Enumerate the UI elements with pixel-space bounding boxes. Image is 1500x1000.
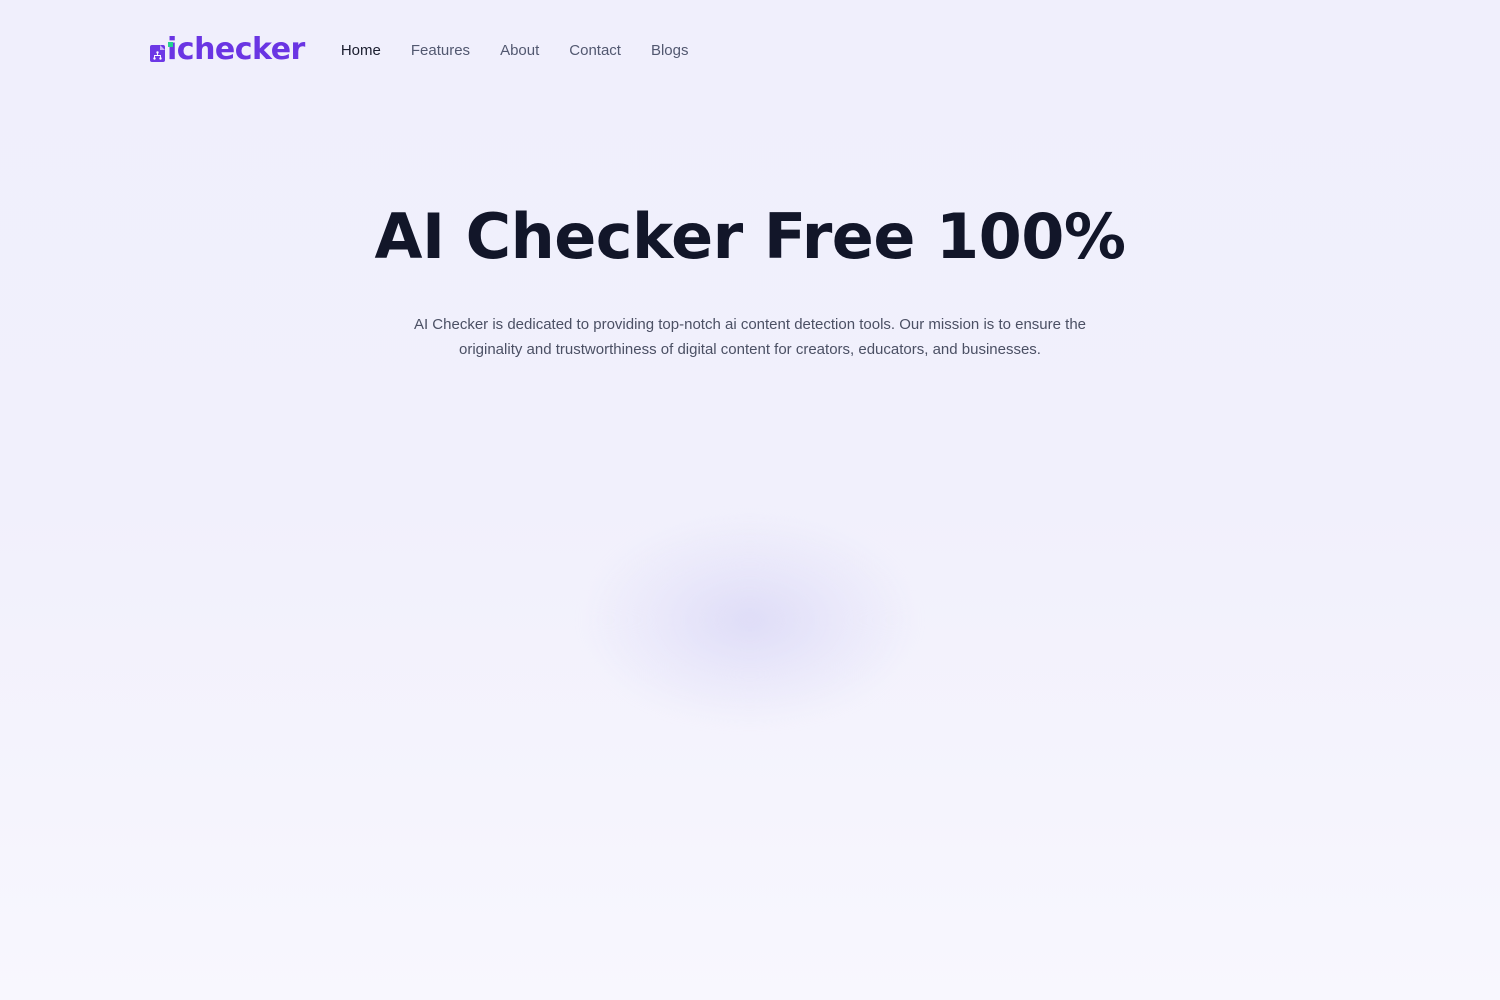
nav-contact[interactable]: Contact — [569, 42, 621, 59]
logo-accent-dot — [168, 42, 173, 47]
logo-text: ichecker — [167, 32, 305, 67]
nav-links: Home Features About Contact Blogs — [341, 42, 689, 59]
logo-mark — [150, 37, 173, 63]
hero-title: AI Checker Free 100% — [374, 200, 1126, 273]
nav-features[interactable]: Features — [411, 42, 470, 59]
logo-link[interactable]: ichecker — [150, 35, 305, 65]
decorative-glow — [590, 520, 910, 720]
nav-about[interactable]: About — [500, 42, 539, 59]
document-network-icon — [150, 45, 165, 62]
top-navigation: ichecker Home Features About Contact Blo… — [150, 32, 689, 68]
nav-blogs[interactable]: Blogs — [651, 42, 689, 59]
nav-home[interactable]: Home — [341, 42, 381, 59]
hero-description: AI Checker is dedicated to providing top… — [413, 316, 1087, 358]
